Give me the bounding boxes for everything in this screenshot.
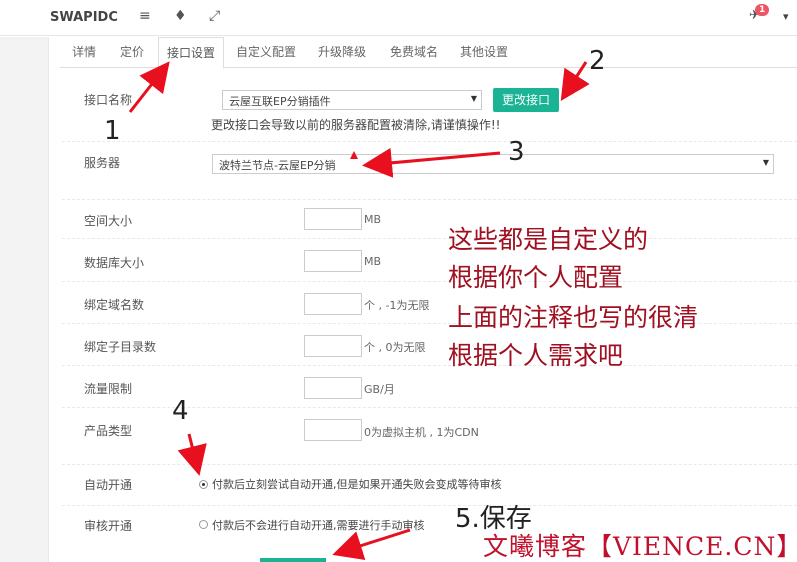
divider xyxy=(62,141,797,142)
annotation-number-4: 4 xyxy=(172,396,189,426)
bind-domains-unit: 个 , -1为无限 xyxy=(364,299,430,312)
interface-label: 接口名称 xyxy=(84,93,133,107)
annotation-note-line: 上面的注释也写的很清 xyxy=(448,303,699,332)
space-size-unit: MB xyxy=(364,213,382,226)
server-label: 服务器 xyxy=(84,156,121,170)
chevron-down-icon: ▼ xyxy=(470,94,477,103)
annotation-note-line: 根据你个人配置 xyxy=(448,263,624,292)
diamond-icon[interactable]: ♦ xyxy=(174,8,187,24)
database-size-input[interactable] xyxy=(304,250,362,272)
review-open-option[interactable]: 付款后不会进行自动开通,需要进行手动审核 xyxy=(212,517,425,533)
tab-interface-settings[interactable]: 接口设置 xyxy=(158,37,225,69)
divider xyxy=(62,505,797,506)
tab-bar: 详情 定价 接口设置 自定义配置 升级降级 免费域名 其他设置 xyxy=(60,37,797,69)
product-type-label: 产品类型 xyxy=(84,424,133,438)
change-interface-button[interactable]: 更改接口 xyxy=(493,88,559,112)
top-bar: SWAPIDC ≡ ♦ ⤢ ✈ 1 ▾ xyxy=(0,0,797,36)
chevron-down-icon: ▼ xyxy=(762,158,769,167)
interface-select[interactable]: 云屋互联EP分销插件 ▼ xyxy=(222,90,482,110)
space-size-label: 空间大小 xyxy=(84,214,133,228)
server-select[interactable]: 波特兰节点-云屋EP分销 ▼ xyxy=(212,154,774,174)
divider xyxy=(62,365,797,366)
watermark: 文曦博客【VIENCE.CN】 xyxy=(483,532,797,561)
bind-domains-label: 绑定域名数 xyxy=(84,298,145,312)
tab-other-settings[interactable]: 其他设置 xyxy=(460,43,508,60)
annotation-note-line: 根据个人需求吧 xyxy=(448,341,624,370)
expand-icon[interactable]: ⤢ xyxy=(209,8,220,24)
chevron-down-icon[interactable]: ▾ xyxy=(783,10,789,23)
traffic-limit-label: 流量限制 xyxy=(84,382,133,396)
annotation-number-1: 1 xyxy=(104,116,121,146)
traffic-limit-unit: GB/月 xyxy=(364,383,395,396)
tab-upgrade-downgrade[interactable]: 升级降级 xyxy=(318,43,366,60)
review-open-label: 审核开通 xyxy=(84,519,133,533)
tab-pricing[interactable]: 定价 xyxy=(120,43,144,60)
menu-icon[interactable]: ≡ xyxy=(139,8,151,24)
database-size-label: 数据库大小 xyxy=(84,256,145,270)
auto-open-label: 自动开通 xyxy=(84,478,133,492)
product-type-input[interactable] xyxy=(304,419,362,441)
traffic-limit-input[interactable] xyxy=(304,377,362,399)
brand-logo[interactable]: SWAPIDC xyxy=(50,10,118,25)
notification-badge: 1 xyxy=(755,4,770,16)
tab-custom-config[interactable]: 自定义配置 xyxy=(236,43,296,60)
divider xyxy=(62,238,797,239)
auto-open-radio[interactable] xyxy=(199,480,208,489)
server-select-value: 波特兰节点-云屋EP分销 xyxy=(219,159,336,172)
review-open-radio[interactable] xyxy=(199,520,208,529)
divider xyxy=(62,281,797,282)
bind-subdirs-label: 绑定子目录数 xyxy=(84,340,157,354)
interface-select-value: 云屋互联EP分销插件 xyxy=(229,95,331,108)
divider xyxy=(62,199,797,200)
annotation-number-3: 3 xyxy=(508,137,525,167)
bind-subdirs-unit: 个 , 0为无限 xyxy=(364,341,426,354)
interface-warning: 更改接口会导致以前的服务器配置被清除,请谨慎操作!! xyxy=(211,118,501,132)
tab-free-domain[interactable]: 免费域名 xyxy=(390,43,438,60)
auto-open-option[interactable]: 付款后立刻尝试自动开通,但是如果开通失败会变成等待审核 xyxy=(212,476,502,492)
tab-details[interactable]: 详情 xyxy=(72,43,96,60)
side-gutter xyxy=(0,37,48,562)
annotation-number-2: 2 xyxy=(589,46,606,76)
divider xyxy=(62,464,797,465)
annotation-note-line: 这些都是自定义的 xyxy=(448,225,649,254)
bind-subdirs-input[interactable] xyxy=(304,335,362,357)
bind-domains-input[interactable] xyxy=(304,293,362,315)
save-button[interactable] xyxy=(260,558,326,562)
database-size-unit: MB xyxy=(364,255,382,268)
product-type-unit: 0为虚拟主机 , 1为CDN xyxy=(364,426,479,439)
space-size-input[interactable] xyxy=(304,208,362,230)
